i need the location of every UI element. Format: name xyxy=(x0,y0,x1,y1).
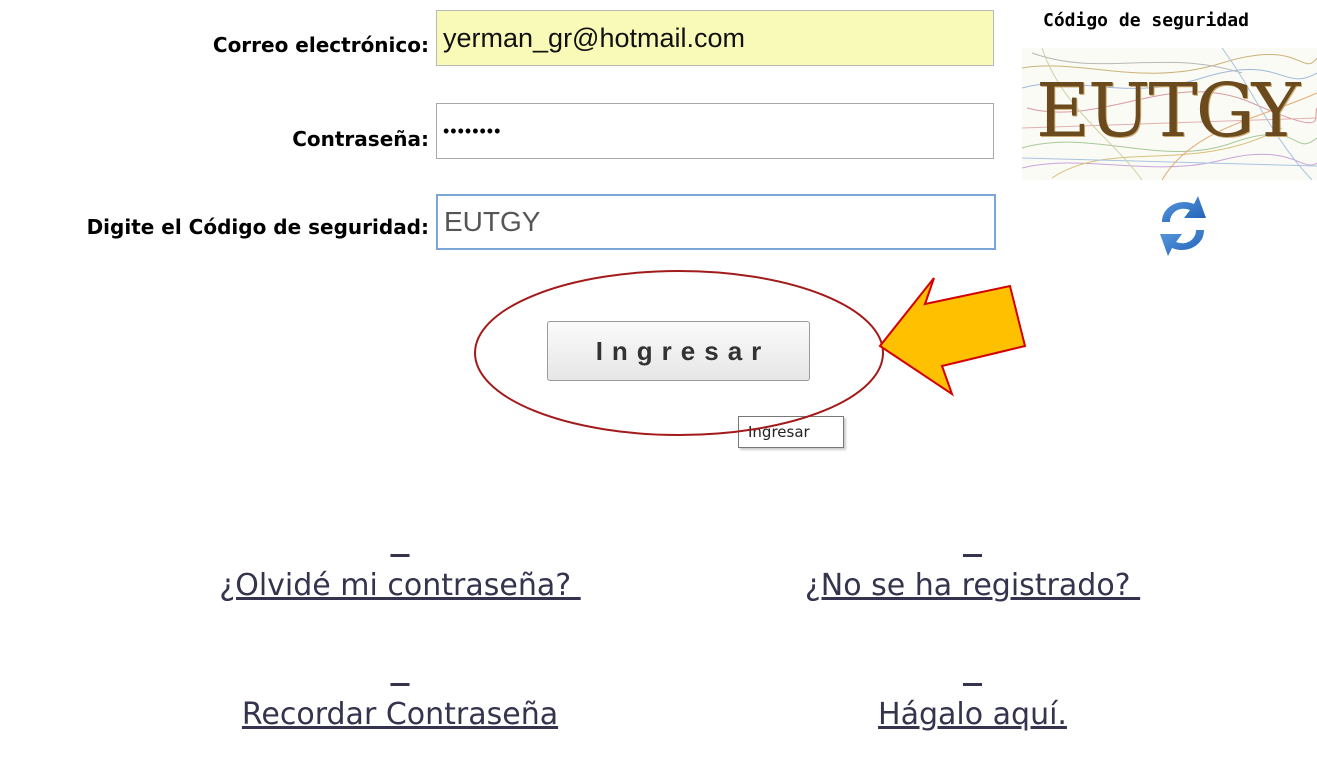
email-field[interactable] xyxy=(436,10,994,66)
register-line1: ¿No se ha registrado? xyxy=(804,568,1141,603)
captcha-field[interactable] xyxy=(436,194,996,250)
captcha-code: EUTGY xyxy=(1036,68,1300,154)
captcha-title: Código de seguridad xyxy=(1043,10,1249,31)
tooltip: Ingresar xyxy=(738,416,844,448)
password-label: Contraseña: xyxy=(292,127,429,151)
forgot-line2: Recordar Contraseña xyxy=(241,697,559,732)
refresh-icon[interactable] xyxy=(1150,190,1216,262)
submit-button[interactable]: Ingresar xyxy=(547,321,810,381)
register-link[interactable]: ¿No se ha registrado? Hágalo aquí. xyxy=(725,478,1220,779)
forgot-password-link[interactable]: ¿Olvidé mi contraseña? Recordar Contrase… xyxy=(140,478,660,779)
register-line2: Hágalo aquí. xyxy=(878,697,1067,732)
captcha-input-label: Digite el Código de seguridad: xyxy=(86,215,429,239)
forgot-line1: ¿Olvidé mi contraseña? xyxy=(219,568,581,603)
pointer-arrow xyxy=(878,277,1027,397)
email-label: Correo electrónico: xyxy=(212,33,429,57)
password-field[interactable] xyxy=(436,103,994,159)
captcha-image: EUTGY xyxy=(1022,48,1317,180)
